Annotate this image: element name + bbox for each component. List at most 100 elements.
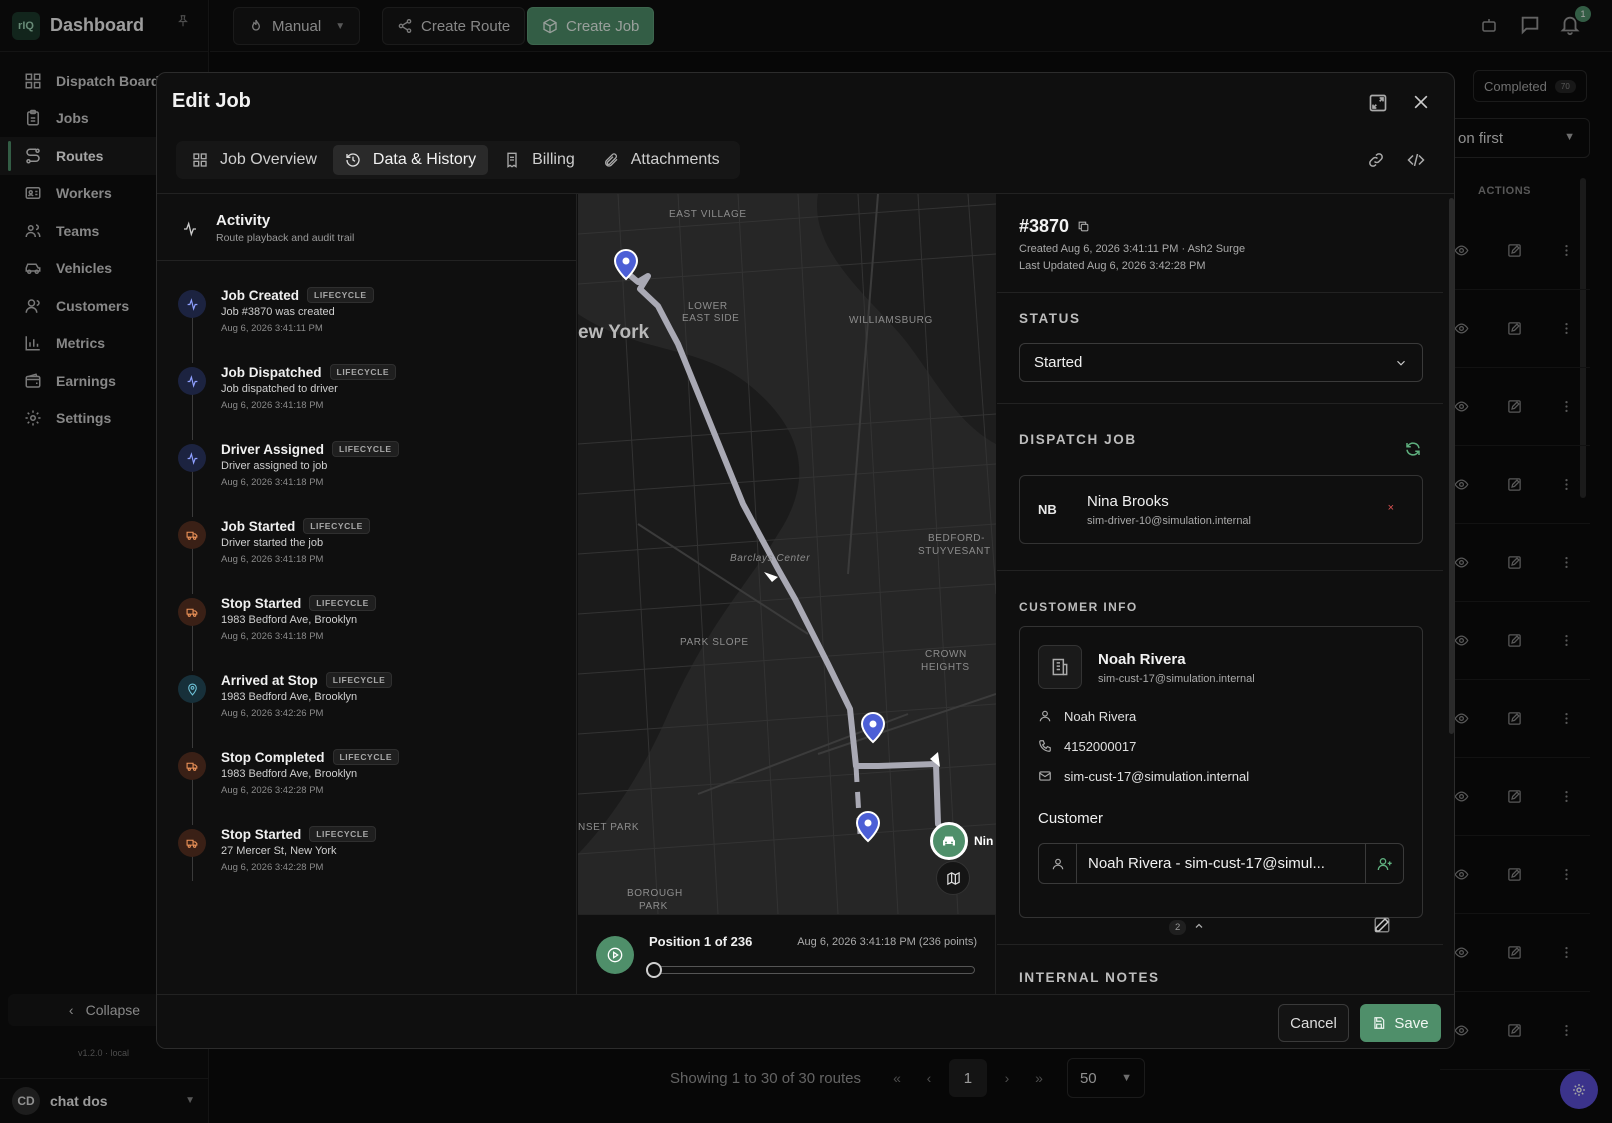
event-timestamp: Aug 6, 2026 3:41:11 PM <box>221 323 323 334</box>
remove-driver-button[interactable]: × <box>1388 502 1394 514</box>
map-label: LOWER <box>688 301 728 312</box>
status-select[interactable]: Started <box>1019 343 1423 382</box>
route-map[interactable]: EAST VILLAGE LOWER EAST SIDE ew York WIL… <box>578 194 996 914</box>
tab-billing[interactable]: Billing <box>492 145 587 175</box>
timeline-connector <box>192 778 193 825</box>
chevron-up-icon[interactable] <box>1193 920 1205 932</box>
event-badge: LIFECYCLE <box>325 672 393 688</box>
refresh-icon[interactable] <box>1404 440 1422 458</box>
history-icon <box>346 153 360 167</box>
save-icon <box>1374 1017 1385 1029</box>
activity-icon <box>187 297 197 311</box>
customer-name: Noah Rivera <box>1098 651 1186 668</box>
mail-icon <box>1039 771 1051 781</box>
event-description: Driver assigned to job <box>221 460 328 472</box>
cancel-button[interactable]: Cancel <box>1278 1004 1349 1042</box>
event-title: Job Started LIFECYCLE <box>221 518 370 534</box>
timeline-connector <box>192 547 193 594</box>
activity-icon <box>187 374 197 388</box>
event-badge: LIFECYCLE <box>307 287 374 303</box>
event-badge: LIFECYCLE <box>303 518 370 534</box>
link-icon[interactable] <box>1367 151 1385 169</box>
tab-attachments[interactable]: Attachments <box>591 145 732 175</box>
tab-job-overview[interactable]: Job Overview <box>180 145 329 175</box>
customer-phone-row: 4152000017 <box>1038 737 1136 755</box>
customer-select[interactable]: Noah Rivera - sim-cust-17@simul... <box>1038 843 1404 884</box>
event-icon-badge <box>178 290 206 318</box>
customer-card: Noah Rivera sim-cust-17@simulation.inter… <box>1019 626 1423 918</box>
tab-data-history[interactable]: Data & History <box>332 145 489 175</box>
add-customer-button[interactable] <box>1365 844 1403 883</box>
play-icon <box>607 947 623 963</box>
timeline-connector <box>192 470 193 517</box>
notes-count-badge: 2 <box>1169 920 1187 935</box>
event-timestamp: Aug 6, 2026 3:41:18 PM <box>221 554 324 565</box>
details-scrollbar[interactable] <box>1449 198 1454 734</box>
event-badge: LIFECYCLE <box>309 826 376 842</box>
customer-contact-row: Noah Rivera <box>1038 707 1136 725</box>
activity-event: Stop Started LIFECYCLE 27 Mercer St, New Y… <box>157 823 577 900</box>
event-title-text: Driver Assigned <box>221 441 325 457</box>
map-label: BEDFORD- <box>928 533 986 544</box>
activity-event: Driver Assigned LIFECYCLE Driver assigned … <box>157 438 577 517</box>
section-divider <box>997 570 1443 571</box>
dispatch-job-label: DISPATCH JOB <box>1019 432 1137 447</box>
customer-email-sub: sim-cust-17@simulation.internal <box>1098 673 1255 685</box>
event-description: 1983 Bedford Ave, Brooklyn <box>221 614 358 626</box>
code-icon[interactable] <box>1407 151 1425 169</box>
car-icon <box>943 836 955 846</box>
edit-notes-icon[interactable] <box>1373 916 1391 934</box>
section-divider <box>997 292 1443 293</box>
map-label: EAST SIDE <box>682 313 740 324</box>
customer-select-value: Noah Rivera - sim-cust-17@simul... <box>1088 855 1325 872</box>
event-timestamp: Aug 6, 2026 3:41:18 PM <box>221 631 324 642</box>
copy-icon[interactable] <box>1077 220 1090 233</box>
truck-icon <box>186 531 197 540</box>
playback-slider[interactable] <box>646 962 975 978</box>
timeline-connector <box>192 701 193 748</box>
job-number-text: #3870 <box>1019 216 1070 236</box>
job-details-panel: #3870 Created Aug 6, 2026 3:41:11 PM · A… <box>997 194 1443 994</box>
truck-icon <box>186 608 197 617</box>
event-title-text: Job Created <box>221 287 300 303</box>
event-title: Driver Assigned LIFECYCLE <box>221 441 399 457</box>
map-label: PARK SLOPE <box>680 637 749 648</box>
event-description: 27 Mercer St, New York <box>221 845 337 857</box>
play-button[interactable] <box>596 936 634 974</box>
expand-icon[interactable] <box>1368 93 1388 113</box>
event-description: 1983 Bedford Ave, Brooklyn <box>221 691 358 703</box>
event-description: 1983 Bedford Ave, Brooklyn <box>221 768 358 780</box>
event-timestamp: Aug 6, 2026 3:41:18 PM <box>221 400 324 411</box>
timeline-connector <box>192 316 193 363</box>
assigned-driver-card[interactable]: NB Nina Brooks sim-driver-10@simulation.… <box>1019 475 1423 544</box>
map-label: Barclays Center <box>730 553 811 564</box>
tab-label: Attachments <box>630 151 720 168</box>
modal-title: Edit Job <box>172 90 251 112</box>
event-icon-badge <box>178 752 206 780</box>
customer-contact-name: Noah Rivera <box>1064 708 1137 724</box>
vehicle-label: Nin <box>974 834 994 848</box>
slider-thumb[interactable] <box>646 962 662 978</box>
activity-icon <box>187 451 197 465</box>
vehicle-marker[interactable] <box>930 822 968 860</box>
route-playback: Position 1 of 236 Aug 6, 2026 3:41:18 PM… <box>578 914 996 994</box>
status-value: Started <box>1034 354 1083 371</box>
close-icon[interactable] <box>1411 92 1431 112</box>
save-label: Save <box>1394 1014 1429 1032</box>
tab-label: Billing <box>532 151 575 168</box>
event-timestamp: Aug 6, 2026 3:41:18 PM <box>221 477 324 488</box>
activity-event: Arrived at Stop LIFECYCLE 1983 Bedford Ave… <box>157 669 577 748</box>
activity-event: Job Created LIFECYCLE Job #3870 was create… <box>157 284 577 363</box>
event-icon-badge <box>178 598 206 626</box>
activity-event: Job Started LIFECYCLE Driver started the j… <box>157 515 577 594</box>
driver-initials: NB <box>1038 502 1057 517</box>
map-style-button[interactable] <box>936 861 970 895</box>
save-button[interactable]: Save <box>1360 1004 1441 1042</box>
grid-icon <box>193 153 207 167</box>
section-divider <box>997 403 1443 404</box>
edit-job-modal: Edit Job Job Overview Data & History Bil… <box>156 72 1455 1049</box>
phone-icon <box>1039 740 1051 752</box>
map-pin-icon <box>187 683 197 696</box>
map-label: HEIGHTS <box>921 662 970 673</box>
event-title-text: Arrived at Stop <box>221 672 318 688</box>
